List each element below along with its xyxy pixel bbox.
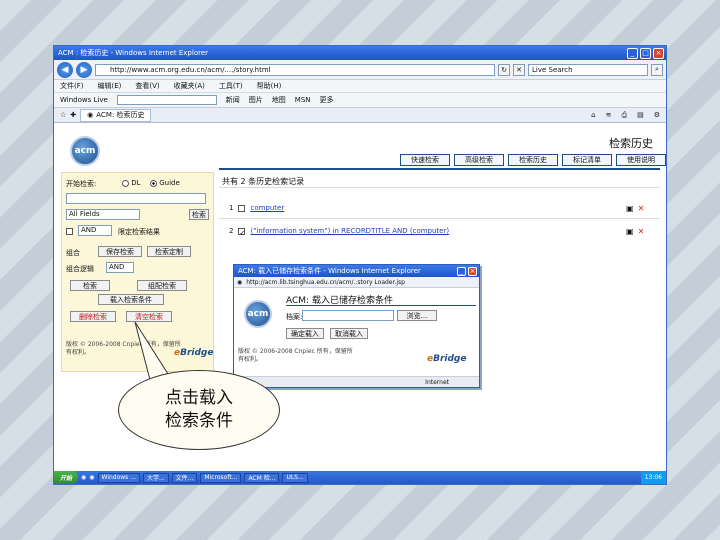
- callout-line-2: 检索条件: [165, 411, 233, 431]
- callout-pointer: [134, 321, 169, 381]
- instruction-callout: 点击载入 检索条件: [118, 370, 280, 450]
- callout-line-1: 点击载入: [165, 388, 233, 408]
